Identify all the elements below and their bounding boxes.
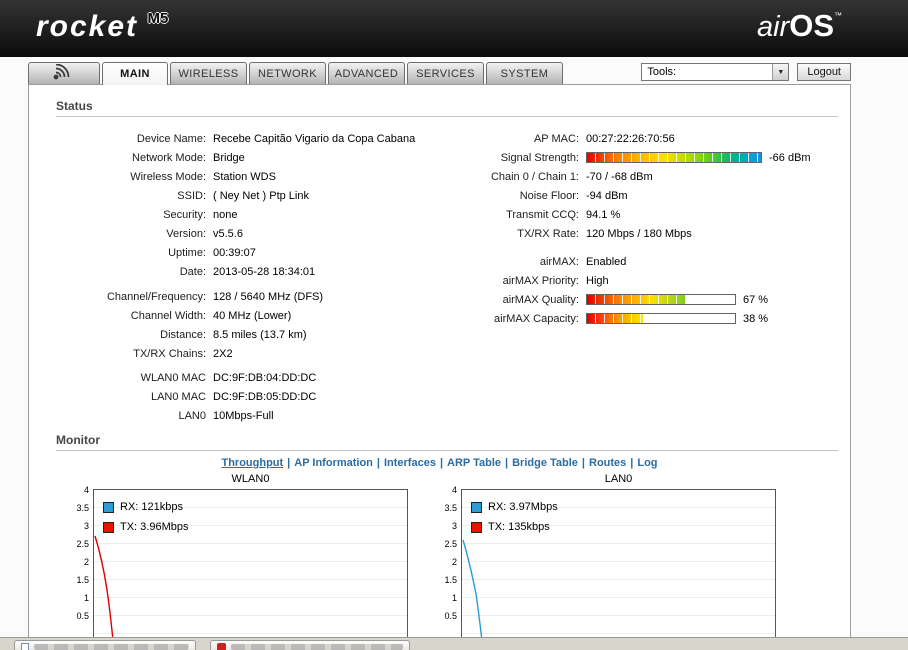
- status-right-column: AP MAC: 00:27:22:26:70:56 Signal Strength…: [421, 129, 836, 328]
- monitor-link-routes[interactable]: Routes: [589, 457, 626, 469]
- wlan0-mac-row: WLAN0 MAC DC:9F:DB:04:DD:DC: [140, 371, 317, 384]
- tx-legend-swatch: [103, 521, 114, 533]
- status-grid: Device Name: Recebe Capitão Vigario da Co…: [29, 117, 850, 422]
- link-separator: |: [630, 457, 634, 469]
- wlan0-y-axis: 4 3.5 3 2.5 2 1.5 1 0.5: [76, 485, 89, 621]
- tab-advanced[interactable]: ADVANCED: [328, 62, 405, 84]
- wlan0-legend: RX: 121kbps TX: 3.96Mbps: [103, 497, 188, 537]
- monitor-link-ap-information[interactable]: AP Information: [294, 457, 373, 469]
- document-icon: [21, 642, 29, 650]
- tab-system[interactable]: SYSTEM: [486, 62, 563, 84]
- security-row: Security: none: [163, 208, 238, 221]
- device-name-row: Device Name: Recebe Capitão Vigario da Co…: [136, 132, 416, 145]
- link-separator: |: [376, 457, 380, 469]
- taskbar-item-text: [231, 644, 403, 650]
- ssid-row: SSID:( Ney Net ) Ptp Link: [177, 189, 309, 202]
- tab-wireless[interactable]: WIRELESS: [170, 62, 247, 84]
- lan0-legend: RX: 3.97Mbps TX: 135kbps: [471, 497, 558, 537]
- transmit-ccq-row: Transmit CCQ: 94.1 %: [506, 208, 621, 221]
- lan0-plot-area: RX: 3.97Mbps TX: 135kbps: [461, 489, 776, 637]
- txrx-rate-row: TX/RX Rate: 120 Mbps / 180 Mbps: [517, 227, 692, 240]
- tab-ubiquiti-home[interactable]: [28, 62, 100, 84]
- rocket-logo-text: rocket: [36, 10, 139, 43]
- version-row: Version: v5.5.6: [166, 227, 243, 240]
- lan0-chart: LAN0 4 3.5 3 2.5 2 1.5 1 0.5 RX: 3.97Mbp…: [437, 473, 776, 637]
- monitor-link-interfaces[interactable]: Interfaces: [384, 457, 436, 469]
- airmax-quality-fill: [587, 295, 687, 304]
- link-separator: |: [287, 457, 291, 469]
- browser-tab-icon: [217, 642, 226, 650]
- tx-legend-swatch: [471, 521, 482, 533]
- monitor-links: Throughput | AP Information | Interfaces | ARP…: [29, 457, 850, 469]
- airos-os-text: OS: [789, 8, 834, 43]
- tools-dropdown-value: Tools:: [647, 66, 677, 78]
- airmax-priority-row: airMAX Priority: High: [502, 274, 609, 287]
- airmax-capacity-fill: [587, 314, 644, 323]
- logout-button[interactable]: Logout: [797, 63, 851, 81]
- noise-floor-row: Noise Floor: -94 dBm: [519, 189, 628, 202]
- dropdown-arrow-icon: ▼: [772, 64, 789, 80]
- wlan0-chart-title: WLAN0: [231, 473, 270, 485]
- tools-dropdown[interactable]: Tools: ▼: [641, 63, 790, 81]
- chain-row: Chain 0 / Chain 1: -70 / -68 dBm: [490, 170, 653, 183]
- status-section-title: Status: [56, 99, 838, 117]
- app-header: rocket M5 airOS™: [0, 0, 908, 57]
- tab-network[interactable]: NETWORK: [249, 62, 326, 84]
- signal-strength-row: Signal Strength: -66 dBm: [500, 151, 811, 164]
- airmax-quality-bar: [586, 294, 736, 305]
- airmax-capacity-row: airMAX Capacity: 38 %: [494, 312, 769, 325]
- lan0-y-axis: 4 3.5 3 2.5 2 1.5 1 0.5: [444, 485, 457, 621]
- airmax-quality-row: airMAX Quality: 67 %: [502, 293, 769, 306]
- monitor-link-arp-table[interactable]: ARP Table: [447, 457, 501, 469]
- monitor-section-title: Monitor: [56, 433, 838, 451]
- wireless-mode-row: Wireless Mode: Station WDS: [130, 170, 276, 183]
- taskbar: [0, 637, 908, 650]
- lan0-mac-row: LAN0 MAC DC:9F:DB:05:DD:DC: [150, 390, 317, 403]
- taskbar-item-text: [34, 644, 189, 650]
- tab-services[interactable]: SERVICES: [407, 62, 484, 84]
- signal-strength-bar: [586, 152, 762, 163]
- tab-bar-right-tools: Tools: ▼ Logout: [641, 62, 851, 84]
- rx-legend-swatch: [103, 501, 114, 513]
- channel-frequency-row: Channel/Frequency: 128 / 5640 MHz (DFS): [106, 290, 324, 303]
- network-mode-row: Network Mode: Bridge: [132, 151, 245, 164]
- airos-logo: airOS™: [757, 8, 842, 44]
- tab-bar: MAIN WIRELESS NETWORK ADVANCED SERVICES …: [28, 62, 851, 85]
- trademark-symbol: ™: [834, 11, 842, 20]
- uptime-row: Uptime: 00:39:07: [168, 246, 256, 259]
- date-row: Date: 2013-05-28 18:34:01: [179, 265, 316, 278]
- lan0-row: LAN0 10Mbps-Full: [178, 409, 274, 422]
- airmax-capacity-bar: [586, 313, 736, 324]
- txrx-chains-row: TX/RX Chains: 2X2: [133, 347, 233, 360]
- status-left-column: Device Name: Recebe Capitão Vigario da Co…: [56, 129, 421, 425]
- taskbar-item[interactable]: [14, 640, 196, 650]
- throughput-charts: WLAN0 4 3.5 3 2.5 2 1.5 1 0.5 RX: 121kbp…: [29, 473, 850, 637]
- lan0-chart-title: LAN0: [604, 473, 633, 485]
- distance-row: Distance: 8.5 miles (13.7 km): [160, 328, 307, 341]
- airos-page: rocket M5 airOS™ MAIN WIRELESS NETWORK A…: [0, 0, 908, 650]
- airos-air-text: air: [756, 11, 790, 43]
- taskbar-item[interactable]: [210, 640, 410, 650]
- ubiquiti-antenna-icon: [51, 63, 77, 83]
- wlan0-plot-area: RX: 121kbps TX: 3.96Mbps: [93, 489, 408, 637]
- rx-legend-swatch: [471, 501, 482, 513]
- tab-main[interactable]: MAIN: [102, 62, 168, 85]
- link-separator: |: [439, 457, 444, 469]
- monitor-link-log[interactable]: Log: [637, 457, 657, 469]
- rocket-logo: rocket M5: [36, 10, 168, 44]
- ap-mac-row: AP MAC: 00:27:22:26:70:56: [533, 132, 675, 145]
- link-separator: |: [505, 457, 509, 469]
- monitor-link-bridge-table[interactable]: Bridge Table: [512, 457, 578, 469]
- airmax-row: airMAX: Enabled: [539, 255, 627, 268]
- link-separator: |: [581, 457, 585, 469]
- rocket-model-text: M5: [147, 10, 169, 27]
- monitor-link-throughput[interactable]: Throughput: [221, 457, 283, 469]
- content-panel: Status Device Name: Recebe Capitão Vigari…: [28, 84, 851, 637]
- channel-width-row: Channel Width: 40 MHz (Lower): [130, 309, 292, 322]
- signal-strength-fill: [587, 153, 761, 162]
- wlan0-chart: WLAN0 4 3.5 3 2.5 2 1.5 1 0.5 RX: 121kbp…: [69, 473, 408, 637]
